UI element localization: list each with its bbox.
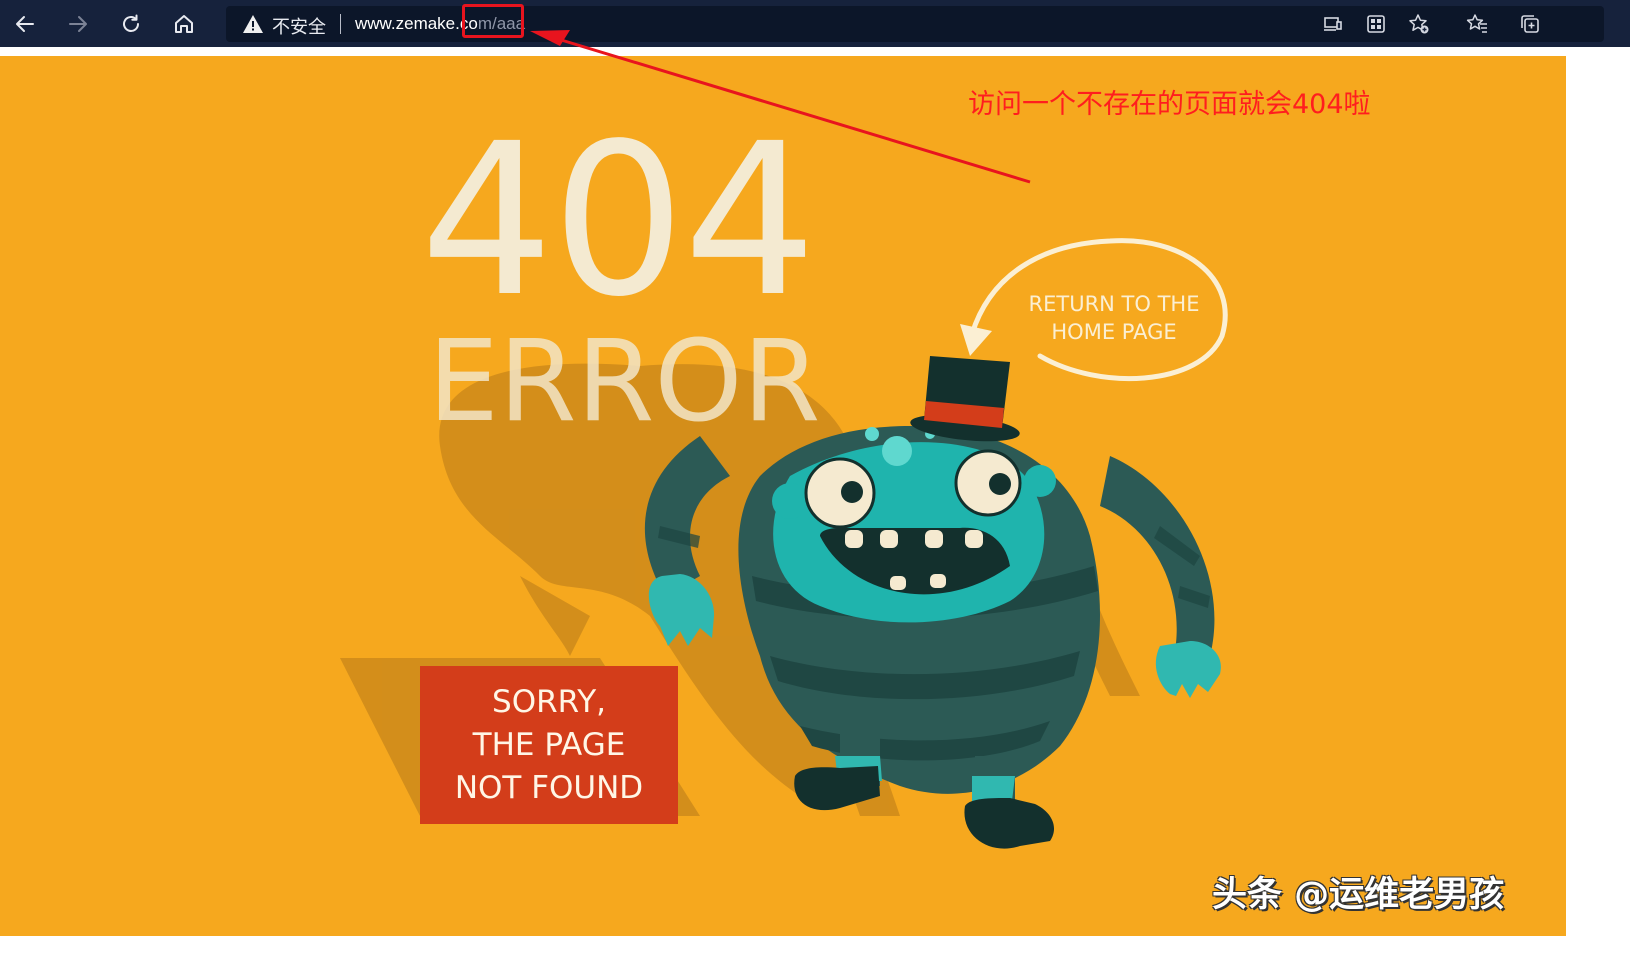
back-button[interactable] [7,6,43,42]
error-page: 404 ERROR RETURN TO THE HOME PAGE SORRY,… [0,56,1566,936]
arrow-left-icon [16,16,34,32]
add-favorite-button[interactable] [1406,11,1432,37]
favorites-button[interactable] [1464,11,1490,37]
return-line-1: RETURN TO THE [1028,292,1200,316]
url-host: www.zemake.co [355,14,478,33]
apps-icon [1367,15,1385,33]
arrow-right-icon [69,16,87,32]
return-arrow-head [960,324,992,356]
apps-button[interactable] [1363,11,1389,37]
address-separator [340,14,341,34]
collections-icon [1521,15,1539,33]
device-button[interactable] [1320,11,1346,37]
error-code: 404 [420,98,817,343]
return-home-link[interactable]: RETURN TO THE HOME PAGE [1010,290,1218,346]
sorry-message-box: SORRY, THE PAGE NOT FOUND [420,666,678,824]
browser-toolbar: 不安全 www.zemake.com/aaa [0,0,1630,47]
refresh-button[interactable] [113,6,149,42]
home-button[interactable] [166,6,202,42]
warning-icon[interactable] [242,14,264,34]
top-hat [910,356,1020,442]
security-label[interactable]: 不安全 [272,13,326,39]
address-bar[interactable]: 不安全 www.zemake.com/aaa [226,6,1604,42]
add-favorite-icon [1409,14,1429,34]
collections-button[interactable] [1517,11,1543,37]
url-highlight-box [462,4,524,38]
favorites-icon [1466,14,1487,33]
forward-button[interactable] [60,6,96,42]
error-word: ERROR [428,317,821,447]
sorry-line-3: NOT FOUND [454,769,644,806]
sorry-line-2: THE PAGE [472,726,626,763]
sorry-line-1: SORRY, [492,683,606,720]
device-icon [1324,17,1342,31]
watermark: 头条 @运维老男孩 [1212,875,1505,915]
home-icon [175,15,193,33]
refresh-icon [123,14,139,32]
return-line-2: HOME PAGE [1051,320,1177,344]
annotation-note: 访问一个不存在的页面就会404啦 [968,89,1371,120]
